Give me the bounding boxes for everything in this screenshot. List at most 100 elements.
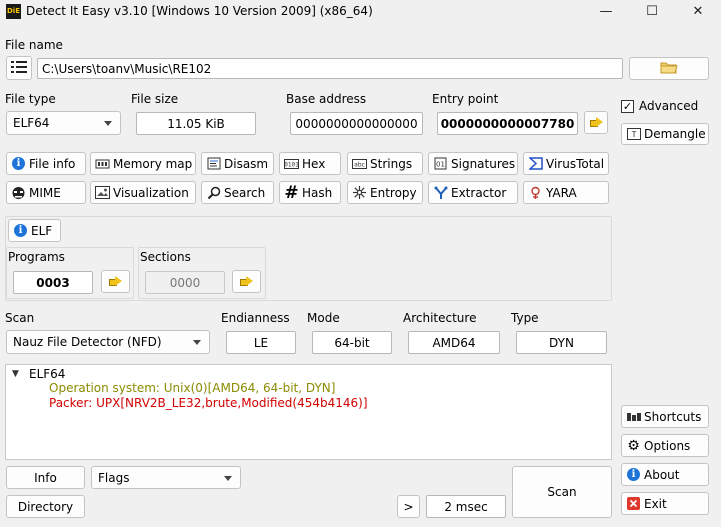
minimize-button[interactable]: — (583, 0, 629, 24)
options-button[interactable]: ⚙ Options (621, 434, 709, 457)
search-icon (206, 185, 221, 200)
scan-engine-combo[interactable]: Nauz File Detector (NFD) (6, 330, 210, 354)
mime-label: MIME (29, 185, 61, 200)
arrow-right-icon (109, 276, 122, 287)
demangle-icon: T (626, 127, 641, 142)
extractor-button[interactable]: Extractor (428, 181, 518, 204)
flags-combo[interactable]: Flags (91, 466, 241, 489)
virustotal-label: VirusTotal (546, 156, 605, 171)
tree-root-elf64[interactable]: ELF64 (29, 367, 65, 381)
programs-field: 0003 (13, 271, 93, 294)
sections-label: Sections (140, 250, 191, 264)
elf-button[interactable]: i ELF (8, 219, 61, 242)
signatures-button[interactable]: 01 Signatures (428, 152, 518, 175)
extractor-icon (433, 185, 448, 200)
endianness-field: LE (226, 331, 296, 354)
checkmark-icon: ✓ (621, 99, 634, 113)
about-button[interactable]: i About (621, 463, 709, 486)
file-size-label: File size (131, 92, 179, 106)
demangle-label: Demangle (644, 127, 706, 141)
arrow-right-icon (589, 117, 603, 128)
yara-button[interactable]: YARA (523, 181, 609, 204)
hex-button[interactable]: 0101 Hex (279, 152, 341, 175)
architecture-field: AMD64 (408, 331, 500, 354)
visualization-button[interactable]: Visualization (90, 181, 196, 204)
elapsed-time-field: 2 msec (426, 495, 506, 518)
folder-icon (660, 60, 678, 77)
yara-label: YARA (546, 185, 577, 200)
directory-button[interactable]: Directory (6, 495, 85, 518)
tree-item-operation-system[interactable]: Operation system: Unix(0)[AMD64, 64-bit,… (49, 381, 335, 395)
shortcuts-label: Shortcuts (644, 409, 702, 424)
result-tree[interactable]: ▼ ELF64 Operation system: Unix(0)[AMD64,… (5, 364, 612, 460)
disasm-button[interactable]: Disasm (201, 152, 274, 175)
architecture-label: Architecture (403, 311, 477, 325)
list-icon (11, 60, 27, 77)
close-icon (626, 496, 641, 511)
scan-button[interactable]: Scan (512, 466, 612, 518)
hash-button[interactable]: # Hash (279, 181, 341, 204)
file-path-input[interactable]: C:\Users\toanv\Music\RE102 (37, 58, 623, 79)
entry-point-go-button[interactable] (584, 111, 608, 134)
memory-map-button[interactable]: Memory map (90, 152, 196, 175)
elf-button-label: ELF (31, 223, 53, 238)
hex-icon: 0101 (284, 156, 299, 171)
file-info-button[interactable]: i File info (6, 152, 86, 175)
extractor-label: Extractor (451, 185, 507, 200)
hash-label: Hash (302, 185, 333, 200)
svg-text:0101: 0101 (284, 161, 299, 168)
file-name-label: File name (5, 38, 63, 52)
mode-label: Mode (307, 311, 340, 325)
signatures-icon: 01 (433, 156, 448, 171)
shortcuts-icon (626, 409, 641, 424)
sections-go-button[interactable] (232, 270, 261, 293)
gear-icon: ⚙ (627, 437, 640, 454)
file-type-combo[interactable]: ELF64 (6, 111, 121, 135)
file-type-label: File type (5, 92, 56, 106)
hash-icon: # (284, 182, 299, 203)
demangle-button[interactable]: T Demangle (621, 123, 709, 145)
virustotal-button[interactable]: VirusTotal (523, 152, 609, 175)
entropy-button[interactable]: Entropy (347, 181, 423, 204)
endianness-label: Endianness (221, 311, 290, 325)
strings-icon: abc (352, 156, 367, 171)
mime-button[interactable]: MIME (6, 181, 86, 204)
info-icon: i (11, 156, 26, 171)
maximize-button[interactable]: ☐ (629, 0, 675, 24)
virustotal-icon (528, 156, 543, 171)
advanced-checkbox[interactable]: ✓ Advanced (621, 96, 709, 116)
entry-point-field: 0000000000007780 (437, 112, 578, 135)
programs-go-button[interactable] (101, 270, 130, 293)
exit-label: Exit (644, 496, 667, 511)
image-icon (95, 185, 110, 200)
base-address-field: 0000000000000000 (290, 112, 423, 135)
strings-button[interactable]: abc Strings (347, 152, 423, 175)
app-logo: DiE (6, 4, 21, 19)
disasm-icon (206, 156, 221, 171)
entropy-icon (352, 185, 367, 200)
expand-button[interactable]: > (397, 495, 420, 518)
file-list-button[interactable] (6, 56, 32, 80)
mime-icon (11, 185, 26, 200)
search-button[interactable]: Search (201, 181, 274, 204)
mode-field: 64-bit (312, 331, 392, 354)
search-label: Search (224, 185, 266, 200)
tree-item-packer[interactable]: Packer: UPX[NRV2B_LE32,brute,Modified(45… (49, 396, 368, 410)
exit-button[interactable]: Exit (621, 492, 709, 515)
type-field: DYN (516, 331, 607, 354)
visualization-label: Visualization (113, 185, 189, 200)
entry-point-label: Entry point (432, 92, 499, 106)
info-button[interactable]: Info (6, 466, 85, 489)
open-file-button[interactable] (629, 57, 709, 80)
yara-icon (528, 185, 543, 200)
shortcuts-button[interactable]: Shortcuts (621, 405, 709, 428)
type-label: Type (511, 311, 539, 325)
close-button[interactable]: ✕ (675, 0, 721, 24)
file-size-field: 11.05 KiB (136, 112, 256, 135)
base-address-label: Base address (286, 92, 367, 106)
entropy-label: Entropy (370, 185, 417, 200)
disasm-label: Disasm (224, 156, 269, 171)
file-type-value: ELF64 (13, 116, 50, 130)
options-label: Options (644, 438, 691, 453)
expand-caret-icon[interactable]: ▼ (12, 369, 19, 379)
